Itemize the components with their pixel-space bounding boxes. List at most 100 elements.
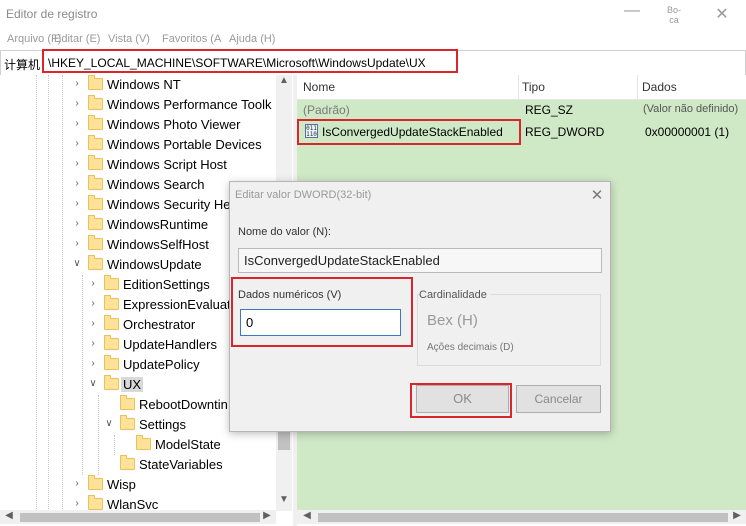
row-default-name[interactable]: (Padrão) [303,103,350,117]
menu-help[interactable]: Ajuda (H) [229,33,275,45]
close-button[interactable]: ✕ [712,4,732,24]
row-dword-type: REG_DWORD [525,125,605,139]
folder-icon [88,115,103,130]
folder-icon [120,395,135,410]
ok-highlight-box [410,383,512,418]
folder-icon [104,355,119,370]
chevron-right-icon[interactable]: › [72,79,82,89]
chevron-right-icon[interactable]: › [72,99,82,109]
scroll-left-icon[interactable]: ◀ [300,510,314,524]
menu-edit[interactable]: Editar (E) [54,33,100,45]
row-highlight-box [297,119,521,145]
value-name-field: IsConvergedUpdateStackEnabled [238,248,602,273]
folder-icon [88,475,103,490]
chevron-right-icon[interactable]: › [72,479,82,489]
tree-item[interactable]: › Windows NT [0,75,275,95]
menu-favorites[interactable]: Favoritos (A [162,33,221,45]
tree-item-label: Settings [139,417,186,432]
scroll-up-icon[interactable]: ▲ [276,75,292,89]
tree-item[interactable]: › Windows Performance Toolk [0,95,275,115]
scroll-left-icon[interactable]: ◀ [2,510,16,524]
tree-item-label: UX [121,377,144,392]
chevron-right-icon[interactable]: › [88,339,98,349]
tree-item[interactable]: › Windows Photo Viewer [0,115,275,135]
hex-radio[interactable]: Bex (H) [427,312,478,329]
folder-icon [104,375,119,390]
scroll-right-icon[interactable]: ▶ [260,510,274,524]
menu-bar: Arquivo (F) Editar (E) Vista (V) Favorit… [0,31,746,49]
chevron-right-icon[interactable]: › [72,139,82,149]
folder-icon [88,215,103,230]
value-name-label: Nome do valor (N): [238,226,331,238]
column-separator[interactable] [518,75,519,99]
column-data[interactable]: Dados [642,80,677,94]
folder-icon [88,95,103,110]
dialog-close-icon[interactable]: ✕ [588,186,606,204]
cancel-button[interactable]: Cancelar [516,385,601,413]
chevron-down-icon[interactable]: ∨ [72,259,82,269]
chevron-right-icon[interactable]: › [72,239,82,249]
tree-item-label: Windows Security He [107,197,231,212]
chevron-right-icon[interactable]: › [88,319,98,329]
menu-view[interactable]: Vista (V) [108,33,150,45]
chevron-right-icon[interactable]: › [72,199,82,209]
chevron-right-icon[interactable]: › [72,119,82,129]
list-header: Nome Tipo Dados [297,75,746,100]
tree-item[interactable]: StateVariables [0,455,275,475]
minimize-button[interactable]: — [624,2,640,22]
tree-item-label: Windows Search [107,177,205,192]
tree-item-label: Windows Script Host [107,157,227,172]
tree-item[interactable]: ModelState [0,435,275,455]
chevron-right-icon[interactable]: › [88,299,98,309]
chevron-right-icon[interactable]: › [72,159,82,169]
column-separator[interactable] [637,75,638,99]
scroll-down-icon[interactable]: ▼ [276,494,292,508]
value-data-highlight-box [231,277,413,347]
tree-item[interactable]: › WlanSvc [0,495,275,511]
chevron-right-icon[interactable]: › [72,179,82,189]
folder-icon [88,175,103,190]
chevron-right-icon[interactable]: › [88,279,98,289]
tree-item-label: StateVariables [139,457,223,472]
chevron-right-icon[interactable]: › [72,499,82,509]
address-highlight-box [42,49,458,73]
folder-icon [104,295,119,310]
maximize-button[interactable]: Bo- ca [664,5,684,25]
scroll-right-icon[interactable]: ▶ [730,510,744,524]
chevron-down-icon[interactable]: ∨ [104,419,114,429]
chevron-right-icon[interactable]: › [88,359,98,369]
tree-item-label: Windows Photo Viewer [107,117,241,132]
address-prefix: 计算机 [4,58,41,72]
tree-item-label: ExpressionEvaluato [123,297,238,312]
base-group-label: Cardinalidade [419,289,490,301]
row-dword-data: 0x00000001 (1) [645,125,730,139]
tree-item-label: RebootDowntin [139,397,228,412]
tree-item-label: EditionSettings [123,277,210,292]
column-name[interactable]: Nome [303,80,335,94]
tree-item[interactable]: › Wisp [0,475,275,495]
list-horizontal-thumb[interactable] [318,513,728,522]
base-group [417,294,601,366]
folder-icon [88,195,103,210]
decimal-radio[interactable]: Ações decimais (D) [427,342,514,353]
tree-item-label: WindowsSelfHost [107,237,209,252]
folder-icon [120,415,135,430]
folder-icon [104,315,119,330]
window-title: Editor de registro [6,7,98,21]
maximize-label: Bo- ca [666,5,681,25]
tree-vertical-thumb[interactable] [278,430,290,450]
tree-item[interactable]: › Windows Portable Devices [0,135,275,155]
folder-icon [120,455,135,470]
tree-horizontal-thumb[interactable] [20,513,260,522]
row-default-data: (Valor não definido) [643,103,739,115]
tree-item-label: Orchestrator [123,317,196,332]
chevron-right-icon[interactable]: › [72,219,82,229]
folder-icon [88,255,103,270]
folder-icon [88,495,103,510]
folder-icon [88,155,103,170]
tree-item-label: UpdateHandlers [123,337,217,352]
column-type[interactable]: Tipo [522,80,545,94]
folder-icon [88,135,103,150]
tree-item[interactable]: › Windows Script Host [0,155,275,175]
chevron-down-icon[interactable]: ∨ [88,379,98,389]
